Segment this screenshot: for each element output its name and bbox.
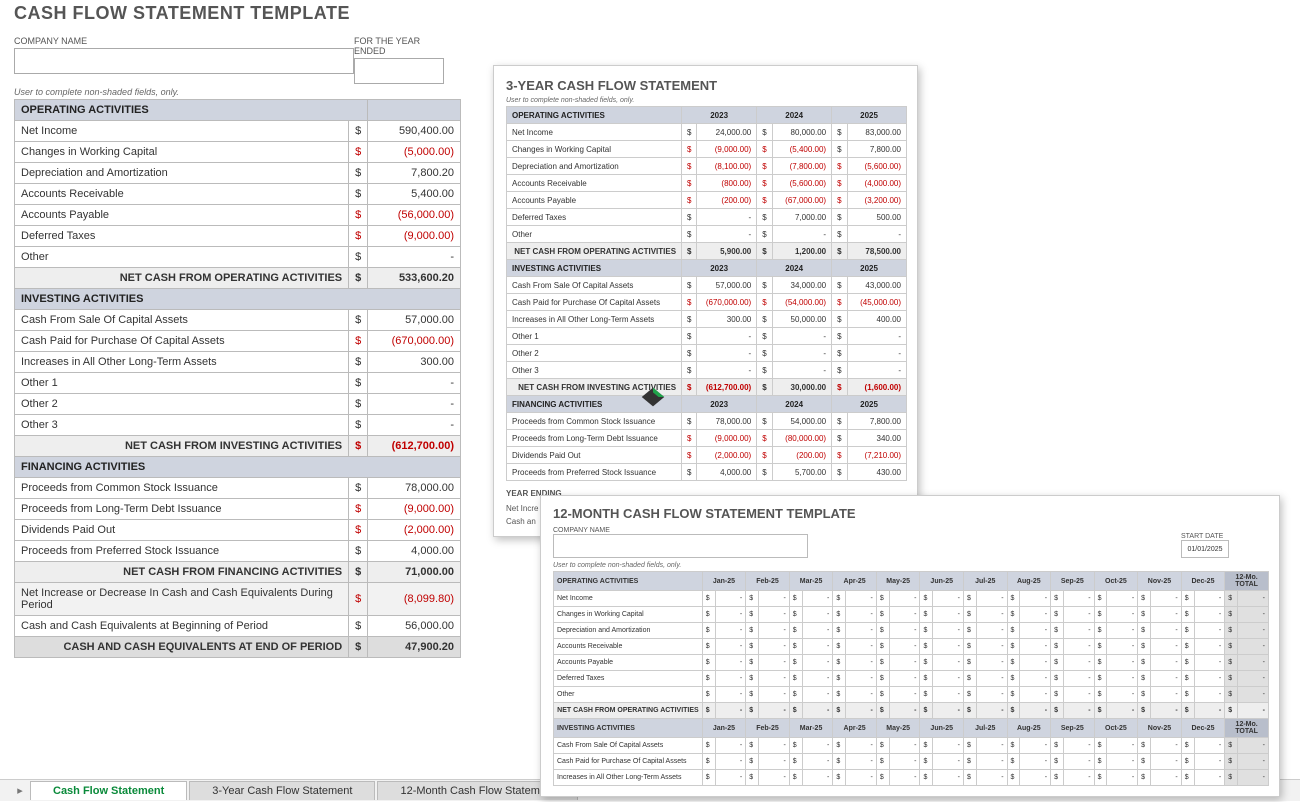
table-row: Accounts Receivable$-$-$-$-$-$-$-$-$-$-$… <box>554 639 1269 655</box>
arrow-cycle-icon <box>638 382 668 412</box>
page-title: CASH FLOW STATEMENT TEMPLATE <box>14 3 464 24</box>
cash-flow-statement-card: CASH FLOW STATEMENT TEMPLATE COMPANY NAM… <box>14 3 464 658</box>
table-row: Increases in All Other Long-Term Assets$… <box>554 770 1269 786</box>
table-row: Changes in Working Capital$-$-$-$-$-$-$-… <box>554 607 1269 623</box>
table-row: Proceeds from Preferred Stock Issuance$4… <box>507 464 907 481</box>
table-row: Other 3$- <box>15 415 461 436</box>
net-operating-row: NET CASH FROM OPERATING ACTIVITIES$533,6… <box>15 268 461 289</box>
net-op-row-3y: NET CASH FROM OPERATING ACTIVITIES $5,90… <box>507 243 907 260</box>
table-row: Cash From Sale Of Capital Assets$57,000.… <box>15 310 461 331</box>
table-row: Other$- <box>15 247 461 268</box>
table-row: Proceeds from Common Stock Issuance$78,0… <box>15 478 461 499</box>
table-row: Accounts Receivable$(800.00)$(5,600.00)$… <box>507 175 907 192</box>
twelve-month-table: OPERATING ACTIVITIESJan-25Feb-25Mar-25Ap… <box>553 571 1269 786</box>
cash-flow-table: OPERATING ACTIVITIES Net Income$590,400.… <box>14 99 461 658</box>
table-row: Proceeds from Preferred Stock Issuance$4… <box>15 541 461 562</box>
table-row: Cash From Sale Of Capital Assets$57,000.… <box>507 277 907 294</box>
net-financing-row: NET CASH FROM FINANCING ACTIVITIES$71,00… <box>15 562 461 583</box>
table-row: Depreciation and Amortization$7,800.20 <box>15 163 461 184</box>
tab-three-year[interactable]: 3-Year Cash Flow Statement <box>189 781 375 800</box>
table-row: Net Income$-$-$-$-$-$-$-$-$-$-$-$-$- <box>554 591 1269 607</box>
table-row: Increases in All Other Long-Term Assets$… <box>507 311 907 328</box>
table-row: Other 1$-$-$- <box>507 328 907 345</box>
table-row: Changes in Working Capital$(9,000.00)$(5… <box>507 141 907 158</box>
table-row: Changes in Working Capital$(5,000.00) <box>15 142 461 163</box>
sheet-nav-right-icon[interactable]: ▸ <box>10 780 30 802</box>
table-row: Accounts Payable$-$-$-$-$-$-$-$-$-$-$-$-… <box>554 655 1269 671</box>
table-row: Cash Paid for Purchase Of Capital Assets… <box>15 331 461 352</box>
table-row: Cash Paid for Purchase Of Capital Assets… <box>554 754 1269 770</box>
begin-cash-row: Cash and Cash Equivalents at Beginning o… <box>15 616 461 637</box>
year-ended-label: FOR THE YEAR ENDED <box>354 36 444 58</box>
table-row: Depreciation and Amortization$-$-$-$-$-$… <box>554 623 1269 639</box>
net-investing-row: NET CASH FROM INVESTING ACTIVITIES$(612,… <box>15 436 461 457</box>
table-row: Deferred Taxes$-$-$-$-$-$-$-$-$-$-$-$-$- <box>554 671 1269 687</box>
company-name-label: COMPANY NAME <box>14 36 354 48</box>
company-name-input[interactable] <box>14 48 354 74</box>
table-row: Dividends Paid Out$(2,000.00) <box>15 520 461 541</box>
twelve-month-note: User to complete non-shaded fields, only… <box>553 562 1269 569</box>
table-row: Other 3$-$-$- <box>507 362 907 379</box>
table-row: Accounts Payable$(200.00)$(67,000.00)$(3… <box>507 192 907 209</box>
table-row: Cash Paid for Purchase Of Capital Assets… <box>507 294 907 311</box>
three-year-title: 3-YEAR CASH FLOW STATEMENT <box>506 78 907 93</box>
table-row: Other$-$-$- <box>507 226 907 243</box>
table-row: Other 1$- <box>15 373 461 394</box>
net-change-row: Net Increase or Decrease In Cash and Cas… <box>15 583 461 616</box>
table-row: Deferred Taxes$-$7,000.00$500.00 <box>507 209 907 226</box>
table-row: Other 2$-$-$- <box>507 345 907 362</box>
start-date-input[interactable]: 01/01/2025 <box>1181 540 1229 558</box>
company-name-label-12: COMPANY NAME <box>553 527 808 534</box>
table-row: Accounts Payable$(56,000.00) <box>15 205 461 226</box>
table-row: Increases in All Other Long-Term Assets$… <box>15 352 461 373</box>
table-row: Accounts Receivable$5,400.00 <box>15 184 461 205</box>
investing-header: INVESTING ACTIVITIES <box>15 289 461 310</box>
table-row: Other$-$-$-$-$-$-$-$-$-$-$-$-$- <box>554 687 1269 703</box>
three-year-note: User to complete non-shaded fields, only… <box>506 97 907 104</box>
net-inv-row-3y: NET CASH FROM INVESTING ACTIVITIES $(612… <box>507 379 907 396</box>
financing-header: FINANCING ACTIVITIES <box>15 457 461 478</box>
company-name-input-12[interactable] <box>553 534 808 558</box>
table-row: Depreciation and Amortization$(8,100.00)… <box>507 158 907 175</box>
three-year-table: OPERATING ACTIVITIES 2023 2024 2025 Net … <box>506 106 907 481</box>
table-row: Dividends Paid Out$(2,000.00)$(200.00)$(… <box>507 447 907 464</box>
table-row: Proceeds from Long-Term Debt Issuance$(9… <box>15 499 461 520</box>
operating-header: OPERATING ACTIVITIES <box>15 100 368 121</box>
table-row: Other 2$- <box>15 394 461 415</box>
table-row: Deferred Taxes$(9,000.00) <box>15 226 461 247</box>
table-row: Net Income$590,400.00 <box>15 121 461 142</box>
table-row: Proceeds from Long-Term Debt Issuance$(9… <box>507 430 907 447</box>
year-ended-input[interactable] <box>354 58 444 84</box>
table-row: Cash From Sale Of Capital Assets$-$-$-$-… <box>554 738 1269 754</box>
table-row: Net Income$24,000.00$80,000.00$83,000.00 <box>507 124 907 141</box>
end-cash-row: CASH AND CASH EQUIVALENTS AT END OF PERI… <box>15 637 461 658</box>
start-date-label: START DATE <box>1181 533 1229 540</box>
three-year-card: 3-YEAR CASH FLOW STATEMENT User to compl… <box>493 65 918 537</box>
table-row: Proceeds from Common Stock Issuance$78,0… <box>507 413 907 430</box>
tab-cash-flow[interactable]: Cash Flow Statement <box>30 781 187 800</box>
completion-note: User to complete non-shaded fields, only… <box>14 87 464 97</box>
twelve-month-title: 12-MONTH CASH FLOW STATEMENT TEMPLATE <box>553 506 1269 521</box>
twelve-month-card: 12-MONTH CASH FLOW STATEMENT TEMPLATE CO… <box>540 495 1280 797</box>
header-inputs: COMPANY NAME FOR THE YEAR ENDED <box>14 36 464 84</box>
